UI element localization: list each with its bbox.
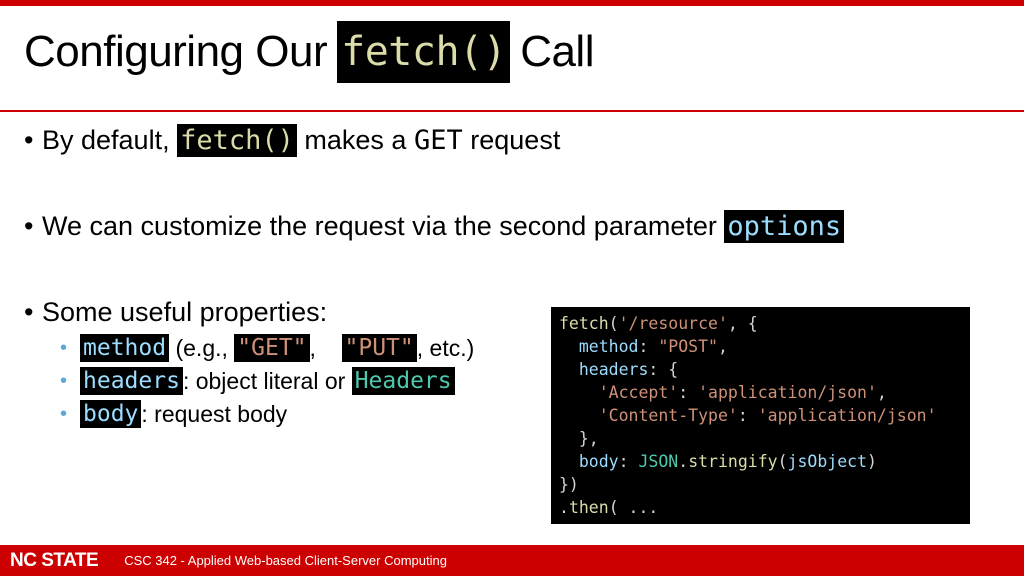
sub-bullet-body: • body : request body [60, 398, 287, 430]
inline-code-options: options [724, 209, 845, 243]
title-code: fetch() [337, 21, 511, 83]
inline-code-headers-class: Headers [351, 367, 455, 395]
sub-bullet-text: : request body [141, 400, 288, 427]
code-line-8: }) [559, 475, 579, 494]
code-line-3: headers: { [578, 360, 679, 379]
bullet-customize: • We can customize the request via the s… [24, 206, 845, 246]
bullet-text: We can customize the request via the sec… [42, 210, 717, 241]
code-line-2: method: "POST", [578, 337, 728, 356]
inline-code-headers: headers [80, 367, 183, 395]
bullet-text: Some useful properties: [42, 296, 328, 327]
sub-bullet-text: : object literal or [182, 367, 346, 394]
nc-state-logo: NC STATE [10, 549, 99, 571]
slide-title: Configuring Our fetch() Call [24, 21, 594, 83]
code-line-9: .then( ... [559, 498, 659, 517]
footer-bar: NC STATE CSC 342 - Applied Web-based Cli… [0, 545, 1024, 576]
inline-code-get: GET [413, 124, 463, 156]
title-divider [0, 110, 1024, 112]
code-line-7: body: JSON.stringify(jsObject) [578, 452, 877, 471]
code-line-6: }, [559, 429, 599, 448]
bullet-text: By default, [42, 124, 170, 155]
bullet-text: makes a [304, 124, 407, 155]
inline-code-put-string: "PUT" [341, 334, 417, 362]
code-line-5: 'Content-Type': 'application/json' [598, 406, 937, 425]
code-line-1: fetch('/resource', { [559, 314, 758, 333]
bullet-default-get: • By default, fetch() makes a GET reques… [24, 120, 560, 160]
sub-bullet-headers: • headers : object literal or Headers [60, 365, 455, 397]
course-name: CSC 342 - Applied Web-based Client-Serve… [124, 553, 447, 568]
sub-bullet-text: , etc.) [416, 334, 475, 361]
inline-code-method: method [80, 334, 170, 362]
sub-bullet-text: , [309, 334, 316, 361]
sub-bullet-method: • method (e.g., "GET" , "PUT" , etc.) [60, 332, 474, 364]
title-suffix: Call [520, 27, 594, 76]
code-line-4: 'Accept': 'application/json', [598, 383, 887, 402]
bullet-dot: • [24, 210, 34, 241]
title-prefix: Configuring Our [24, 27, 328, 76]
top-accent-bar [0, 0, 1024, 6]
inline-code-get-string: "GET" [234, 334, 310, 362]
bullet-dot: • [24, 124, 34, 155]
bullet-properties: • Some useful properties: [24, 292, 327, 332]
bullet-text: request [470, 124, 561, 155]
code-sample-box: fetch('/resource', { method: "POST", hea… [551, 307, 970, 524]
sub-bullet-dot: • [60, 336, 68, 359]
bullet-dot: • [24, 296, 34, 327]
sub-bullet-text: (e.g., [175, 334, 228, 361]
inline-code-fetch: fetch() [177, 123, 297, 157]
inline-code-body: body [80, 400, 142, 428]
sub-bullet-dot: • [60, 369, 68, 392]
sub-bullet-dot: • [60, 402, 68, 425]
